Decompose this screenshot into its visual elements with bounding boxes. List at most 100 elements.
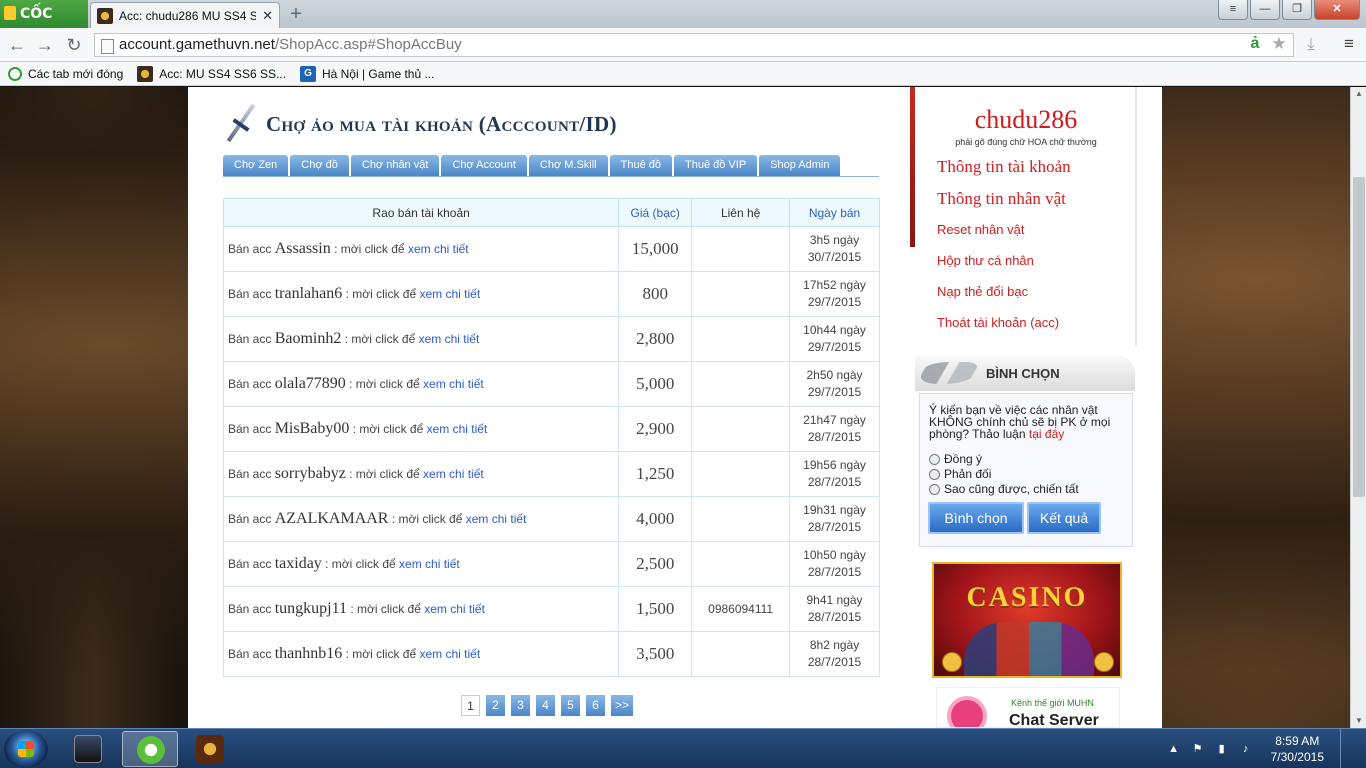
page-2[interactable]: 2	[486, 695, 505, 716]
restore-icon[interactable]: ❐	[1282, 0, 1312, 20]
radio-icon[interactable]	[929, 468, 940, 480]
chat-banner-subtitle: Kênh thế giới MUHN	[1011, 698, 1094, 708]
username: chudu286	[974, 105, 1078, 134]
link-account-info[interactable]: Thông tin tài khoản	[937, 157, 1071, 177]
listing-prefix: Bán acc	[228, 332, 272, 346]
poll-discussion-link[interactable]: tại đây	[1029, 427, 1064, 441]
show-desktop-button[interactable]	[1340, 729, 1352, 768]
action-center-flag-icon[interactable]: ⚑	[1191, 742, 1205, 756]
bookmark-hanoi[interactable]: G Hà Nội | Game thủ ...	[299, 65, 434, 82]
view-details-link[interactable]: xem chi tiết	[408, 242, 469, 256]
radio-icon[interactable]	[929, 483, 940, 495]
vertical-scrollbar[interactable]: ▲ ▼	[1350, 87, 1366, 728]
reload-icon[interactable]: ↻	[63, 34, 85, 56]
tab-zen[interactable]: Chợ Zen	[223, 155, 289, 176]
view-details-link[interactable]: xem chi tiết	[419, 332, 480, 346]
page-4[interactable]: 4	[536, 695, 555, 716]
page-next[interactable]: >>	[611, 695, 634, 716]
view-details-link[interactable]: xem chi tiết	[419, 647, 480, 661]
vote-button[interactable]: Bình chọn	[928, 502, 1024, 534]
tab-rent-items[interactable]: Thuê đồ	[609, 155, 672, 176]
browser-tab[interactable]: Acc: chudu286 MU SS4 SS6 ✕	[90, 2, 280, 28]
listing-cell: Bán acc olala77890 : mời click để xem ch…	[222, 361, 620, 407]
clock[interactable]: 8:59 AM 7/30/2015	[1271, 733, 1324, 765]
download-icon[interactable]: ⤓	[1300, 33, 1322, 55]
tab-characters[interactable]: Chợ nhân vật	[350, 155, 440, 176]
vietnamese-input-icon[interactable]: ả	[1244, 33, 1266, 55]
listing-prefix: Bán acc	[228, 467, 272, 481]
poll-option-disagree[interactable]: Phản đối	[929, 467, 991, 481]
page-6[interactable]: 6	[586, 695, 605, 716]
bookmark-recent-tabs[interactable]: Các tab mới đóng	[8, 66, 123, 81]
new-tab-plus-icon[interactable]: +	[285, 3, 307, 25]
tab-mskill[interactable]: Chợ M.Skill	[528, 155, 608, 176]
taskbar-mu-app[interactable]	[60, 731, 116, 767]
forward-arrow-icon[interactable]: →	[34, 34, 56, 56]
listing-cell: Bán acc AZALKAMAAR : mời click để xem ch…	[222, 496, 620, 542]
tab-account[interactable]: Chợ Account	[441, 155, 527, 176]
view-details-link[interactable]: xem chi tiết	[419, 287, 480, 301]
poll-option-whatever[interactable]: Sao cũng được, chiến tất	[929, 482, 1079, 496]
col-header-date[interactable]: Ngày bán	[789, 198, 880, 227]
menu-icon[interactable]: ≡	[1218, 0, 1248, 20]
main-content: Chợ ảo mua tài khoản (Acccount/ID) Chợ Z…	[188, 87, 910, 728]
taskbar-coccoc-app[interactable]	[122, 731, 178, 767]
link-logout[interactable]: Thoát tài khoản (acc)	[937, 315, 1059, 330]
minimize-icon[interactable]: —	[1250, 0, 1280, 20]
listing-prefix: Bán acc	[228, 557, 272, 571]
view-details-link[interactable]: xem chi tiết	[424, 602, 485, 616]
chat-banner-title: Chat Server	[1009, 712, 1099, 728]
view-details-link[interactable]: xem chi tiết	[399, 557, 460, 571]
date-cell: 10h44 ngày 29/7/2015	[789, 316, 880, 362]
col-header-price[interactable]: Giá (bạc)	[618, 198, 693, 227]
link-character-info[interactable]: Thông tin nhân vật	[937, 189, 1066, 209]
view-details-link[interactable]: xem chi tiết	[427, 422, 488, 436]
bookmark-mu-acc[interactable]: Acc: MU SS4 SS6 SS...	[137, 65, 286, 82]
browser-logo[interactable]: CỐC CỐC	[0, 0, 88, 50]
clock-date: 7/30/2015	[1270, 750, 1324, 764]
scrollbar-thumb[interactable]	[1353, 177, 1365, 497]
link-reset-character[interactable]: Reset nhân vật	[937, 222, 1024, 237]
scroll-down-icon[interactable]: ▼	[1354, 716, 1364, 726]
network-signal-icon[interactable]: ▮	[1215, 742, 1229, 756]
date-day: 28/7/2015	[807, 520, 862, 534]
table-row: Bán acc MisBaby00 : mời click để xem chi…	[222, 406, 880, 452]
tab-shop-admin[interactable]: Shop Admin	[759, 155, 841, 176]
tab-items[interactable]: Chợ đồ	[290, 155, 349, 176]
link-topup[interactable]: Nạp thẻ đổi bạc	[937, 284, 1028, 299]
contact-cell	[691, 631, 791, 677]
results-button[interactable]: Kết quả	[1027, 502, 1101, 534]
view-details-link[interactable]: xem chi tiết	[423, 377, 484, 391]
date-cell: 19h56 ngày 28/7/2015	[789, 451, 880, 497]
close-tab-icon[interactable]: ✕	[262, 8, 273, 24]
page-1[interactable]: 1	[461, 695, 480, 716]
view-details-link[interactable]: xem chi tiết	[466, 512, 527, 526]
address-bar[interactable]: account.gamethuvn.net/ShopAcc.asp#ShopAc…	[94, 33, 1294, 57]
scroll-up-icon[interactable]: ▲	[1354, 89, 1364, 99]
window-controls: ≡ — ❐ ✕	[1218, 0, 1360, 20]
listing-middle: : mời click để	[350, 602, 421, 616]
table-row: Bán acc AZALKAMAAR : mời click để xem ch…	[222, 496, 880, 542]
taskbar-game-app[interactable]	[182, 731, 238, 767]
casino-banner[interactable]: CASINO	[932, 562, 1122, 678]
mu-favicon-icon	[137, 65, 154, 82]
tab-rent-vip[interactable]: Thuê đồ VIP	[674, 155, 758, 176]
settings-menu-icon[interactable]: ≡	[1338, 33, 1360, 55]
link-inbox[interactable]: Hộp thư cá nhân	[937, 253, 1034, 268]
page-3[interactable]: 3	[511, 695, 530, 716]
contact-cell	[691, 271, 791, 317]
volume-icon[interactable]: ♪	[1239, 742, 1253, 756]
radio-icon[interactable]	[929, 453, 940, 465]
listing-cell: Bán acc tranlahan6 : mời click để xem ch…	[222, 271, 620, 317]
chat-server-banner[interactable]: Kênh thế giới MUHN Chat Server	[936, 687, 1120, 728]
address-toolbar: ← → ↻ account.gamethuvn.net/ShopAcc.asp#…	[0, 28, 1366, 62]
start-button[interactable]	[4, 730, 48, 768]
bookmark-star-icon[interactable]: ★	[1268, 33, 1290, 55]
poll-option-agree[interactable]: Đồng ý	[929, 452, 982, 466]
back-arrow-icon[interactable]: ←	[6, 34, 28, 56]
date-time: 8h2 ngày	[809, 638, 860, 652]
close-window-icon[interactable]: ✕	[1314, 0, 1360, 20]
show-hidden-icons-icon[interactable]: ▲	[1167, 742, 1181, 756]
view-details-link[interactable]: xem chi tiết	[423, 467, 484, 481]
page-5[interactable]: 5	[561, 695, 580, 716]
